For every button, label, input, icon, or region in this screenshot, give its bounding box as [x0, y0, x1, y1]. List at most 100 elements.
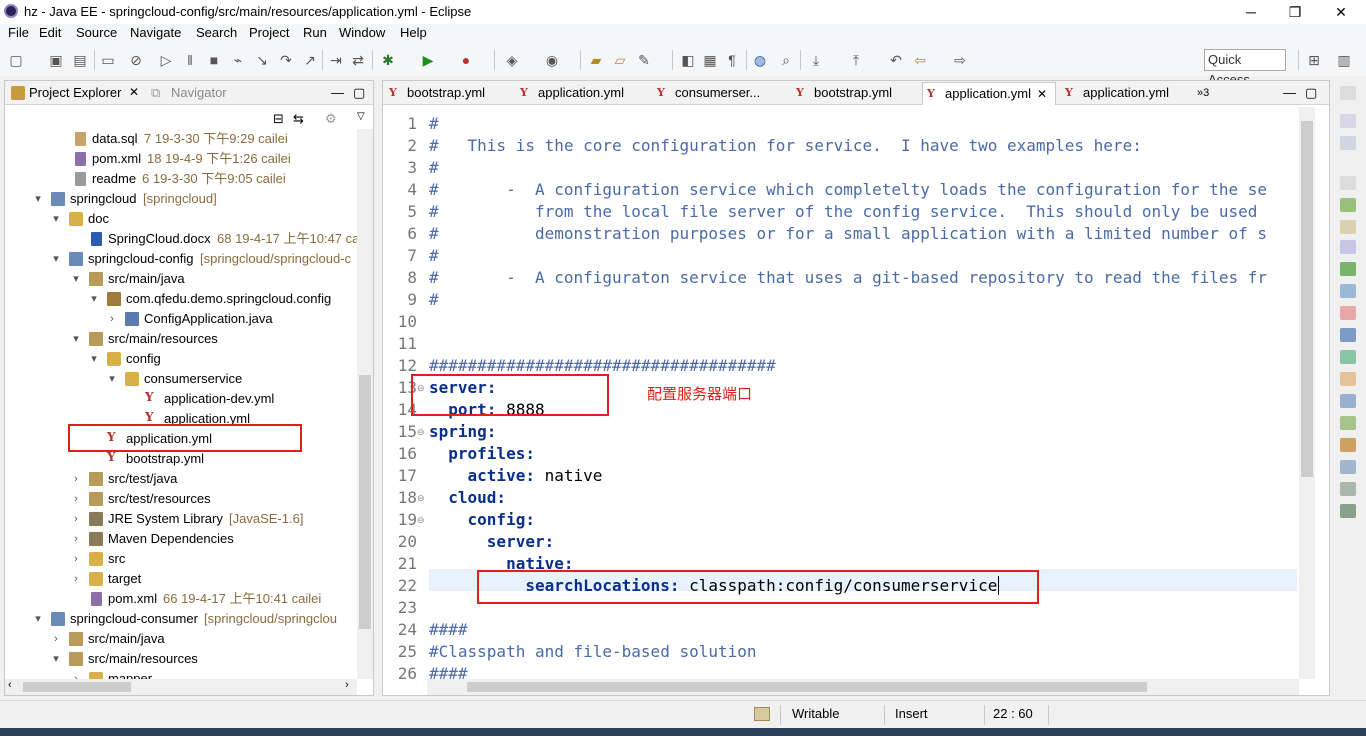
new-java-class-icon[interactable]: ◉	[544, 52, 560, 68]
editor-tab[interactable]: Yconsumerser...	[653, 82, 791, 105]
tree-item[interactable]: › JRE System Library [JavaSE-1.6]	[5, 509, 357, 529]
resume-icon[interactable]: ▷	[158, 52, 174, 68]
menu-run[interactable]: Run	[303, 25, 327, 40]
chevron-down-icon[interactable]: ▾	[33, 609, 43, 629]
gradle-icon[interactable]	[1340, 482, 1356, 496]
maximize-editor-icon[interactable]: ▢	[1305, 85, 1317, 101]
chevron-down-icon[interactable]: ▾	[71, 269, 81, 289]
maximize-button[interactable]: ❐	[1272, 0, 1318, 24]
chevron-down-icon[interactable]: ▾	[33, 189, 43, 209]
save-all-icon[interactable]: ▤	[72, 52, 88, 68]
tree-item[interactable]: ▾ src/main/resources	[5, 649, 357, 669]
forward-icon[interactable]: ⇨	[952, 52, 968, 68]
open-folder-icon[interactable]: ▰	[588, 52, 604, 68]
tree-item[interactable]: › src/test/java	[5, 469, 357, 489]
progress-icon[interactable]	[1340, 350, 1356, 364]
chevron-down-icon[interactable]: ▾	[51, 649, 61, 669]
bug-icon[interactable]	[1340, 504, 1356, 518]
problems-icon[interactable]	[1340, 306, 1356, 320]
view-menu-chevron-icon[interactable]: ▽	[357, 111, 365, 122]
block-selection-icon[interactable]: ▦	[702, 52, 718, 68]
link-with-editor-icon[interactable]: ⇆	[293, 111, 304, 127]
chevron-right-icon[interactable]: ›	[71, 549, 81, 569]
tree-item[interactable]: pom.xml 66 19-4-17 上午10:41 cailei	[5, 589, 357, 609]
explorer-vertical-scrollbar[interactable]	[357, 129, 373, 679]
last-edit-icon[interactable]: ↶	[888, 52, 904, 68]
tab-navigator[interactable]: Navigator	[171, 85, 227, 100]
editor-horizontal-scrollbar[interactable]	[427, 679, 1299, 695]
menu-edit[interactable]: Edit	[39, 25, 61, 40]
explorer-horizontal-scrollbar[interactable]: ‹ ›	[5, 679, 357, 695]
tree-item[interactable]: › src/main/java	[5, 629, 357, 649]
chevron-right-icon[interactable]: ›	[71, 669, 81, 679]
outline-icon[interactable]	[1340, 136, 1356, 150]
chevron-right-icon[interactable]: ›	[71, 509, 81, 529]
chevron-right-icon[interactable]: ›	[71, 469, 81, 489]
menu-navigate[interactable]: Navigate	[130, 25, 181, 40]
chevron-right-icon[interactable]: ›	[71, 569, 81, 589]
maximize-view-icon[interactable]: ▢	[353, 85, 365, 101]
fold-icon[interactable]: ⊖	[417, 421, 427, 443]
toggle-mark-icon[interactable]: ◧	[680, 52, 696, 68]
close-icon[interactable]: ✕	[129, 85, 139, 99]
run-icon[interactable]: ▶	[420, 52, 436, 68]
editor-tab[interactable]: Yapplication.yml	[1061, 82, 1191, 105]
fold-icon[interactable]: ⊖	[417, 487, 427, 509]
editor-tab[interactable]: Yapplication.yml	[516, 82, 652, 105]
tree-item[interactable]: › target	[5, 569, 357, 589]
save-icon[interactable]: ▣	[48, 52, 64, 68]
chevron-down-icon[interactable]: ▾	[51, 209, 61, 229]
history-icon[interactable]	[1340, 394, 1356, 408]
markers-icon[interactable]	[1340, 198, 1356, 212]
task-list-icon[interactable]	[1340, 114, 1356, 128]
more-tabs-button[interactable]: »3	[1195, 82, 1209, 105]
globe-icon[interactable]: ◍	[752, 52, 768, 68]
data-source-icon[interactable]	[1340, 262, 1356, 276]
view-menu-icon[interactable]: ⚙	[325, 111, 337, 127]
open-type-icon[interactable]: ⇄	[350, 52, 366, 68]
scroll-left-icon[interactable]: ‹	[8, 679, 12, 691]
tab-project-explorer[interactable]: Project Explorer	[29, 85, 121, 100]
chevron-down-icon[interactable]: ▾	[107, 369, 117, 389]
properties-icon[interactable]	[1340, 220, 1356, 234]
tree-item[interactable]: ▾ springcloud-consumer [springcloud/spring…	[5, 609, 357, 629]
next-annotation-icon[interactable]: ⤓	[808, 52, 824, 68]
terminate-icon[interactable]: ■	[206, 52, 222, 68]
tree-item[interactable]: ▾ springcloud-config [springcloud/springcl…	[5, 249, 357, 269]
menu-file[interactable]: File	[8, 25, 29, 40]
pencil-icon[interactable]: ✎	[636, 52, 652, 68]
junit-icon[interactable]	[1340, 438, 1356, 452]
minimize-view-icon[interactable]: —	[331, 85, 344, 100]
menu-search[interactable]: Search	[196, 25, 237, 40]
git-icon[interactable]	[1340, 416, 1356, 430]
tree-item[interactable]: ▾ doc	[5, 209, 357, 229]
tree-item[interactable]: › mapper	[5, 669, 357, 679]
editor-tab[interactable]: Ybootstrap.yml	[792, 82, 920, 105]
menu-source[interactable]: Source	[76, 25, 117, 40]
snippets-icon[interactable]	[1340, 284, 1356, 298]
tree-item[interactable]: › src	[5, 549, 357, 569]
minimize-editor-icon[interactable]: —	[1283, 85, 1296, 100]
chevron-down-icon[interactable]: ▾	[71, 329, 81, 349]
java-ee-perspective-icon[interactable]: ▥	[1336, 52, 1352, 68]
tree-item[interactable]: › ConfigApplication.java	[5, 309, 357, 329]
step-over-icon[interactable]: ↷	[278, 52, 294, 68]
quick-access-input[interactable]: Quick Access	[1204, 49, 1286, 87]
close-button[interactable]: ✕	[1318, 0, 1364, 24]
tree-item[interactable]: › src/test/resources	[5, 489, 357, 509]
editor-tab-active[interactable]: Yapplication.yml ✕	[922, 82, 1056, 105]
chevron-right-icon[interactable]: ›	[71, 489, 81, 509]
show-whitespace-icon[interactable]: ¶	[724, 52, 740, 68]
prev-annotation-icon[interactable]: ⤒	[848, 52, 864, 68]
close-tab-icon[interactable]: ✕	[1037, 83, 1047, 105]
use-step-filters-icon[interactable]: ⇥	[328, 52, 344, 68]
search-view-icon[interactable]	[1340, 372, 1356, 386]
terminal-icon[interactable]: ▭	[100, 52, 116, 68]
new-icon[interactable]: ▢	[8, 52, 24, 68]
back-icon[interactable]: ⇦	[912, 52, 928, 68]
chevron-down-icon[interactable]: ▾	[51, 249, 61, 269]
run-external-tools-icon[interactable]: ●	[458, 52, 474, 68]
open-project-icon[interactable]: ▱	[612, 52, 628, 68]
new-server-icon[interactable]: ◈	[504, 52, 520, 68]
tree-item[interactable]: ▾ springcloud [springcloud]	[5, 189, 357, 209]
